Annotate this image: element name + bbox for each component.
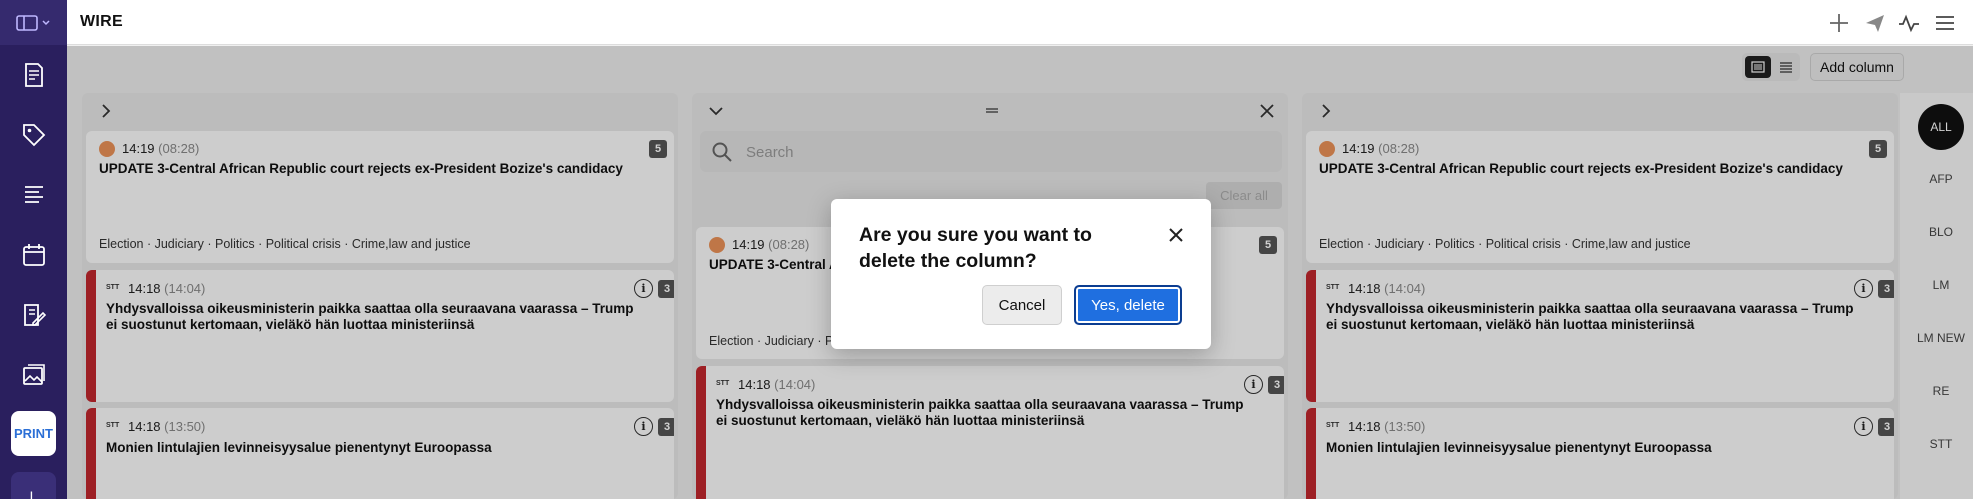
- top-header: WIRE: [67, 0, 1973, 45]
- sidebar-toggle[interactable]: [0, 0, 67, 45]
- send-icon[interactable]: [1863, 11, 1887, 35]
- sidebar-item-calendar[interactable]: [0, 225, 67, 285]
- print-button[interactable]: PRINT: [11, 411, 56, 456]
- sidebar-item-list[interactable]: [0, 165, 67, 225]
- sidebar-item-tags[interactable]: [0, 105, 67, 165]
- plus-icon[interactable]: [1827, 11, 1851, 35]
- images-icon: [22, 364, 45, 385]
- avatar[interactable]: L: [11, 472, 56, 499]
- chevron-down-icon: [42, 19, 50, 25]
- left-navigation: PRINT L: [0, 0, 67, 499]
- cancel-button[interactable]: Cancel: [982, 285, 1062, 325]
- activity-icon[interactable]: [1897, 11, 1921, 35]
- menu-icon[interactable]: [1933, 11, 1957, 35]
- sidebar-item-documents[interactable]: [0, 45, 67, 105]
- close-icon[interactable]: [1165, 224, 1187, 246]
- confirm-delete-button[interactable]: Yes, delete: [1074, 285, 1182, 325]
- sidebar-panel-icon: [16, 14, 38, 31]
- documents-icon: [24, 63, 43, 87]
- list-icon: [24, 186, 43, 203]
- tag-icon: [22, 124, 45, 147]
- page-title: WIRE: [80, 13, 123, 30]
- calendar-icon: [22, 244, 45, 266]
- delete-column-dialog: Are you sure you want to delete the colu…: [831, 199, 1211, 349]
- dialog-title: Are you sure you want to delete the colu…: [859, 224, 1092, 272]
- sidebar-item-images[interactable]: [0, 345, 67, 405]
- sidebar-item-edit[interactable]: [0, 285, 67, 345]
- edit-icon: [23, 304, 46, 326]
